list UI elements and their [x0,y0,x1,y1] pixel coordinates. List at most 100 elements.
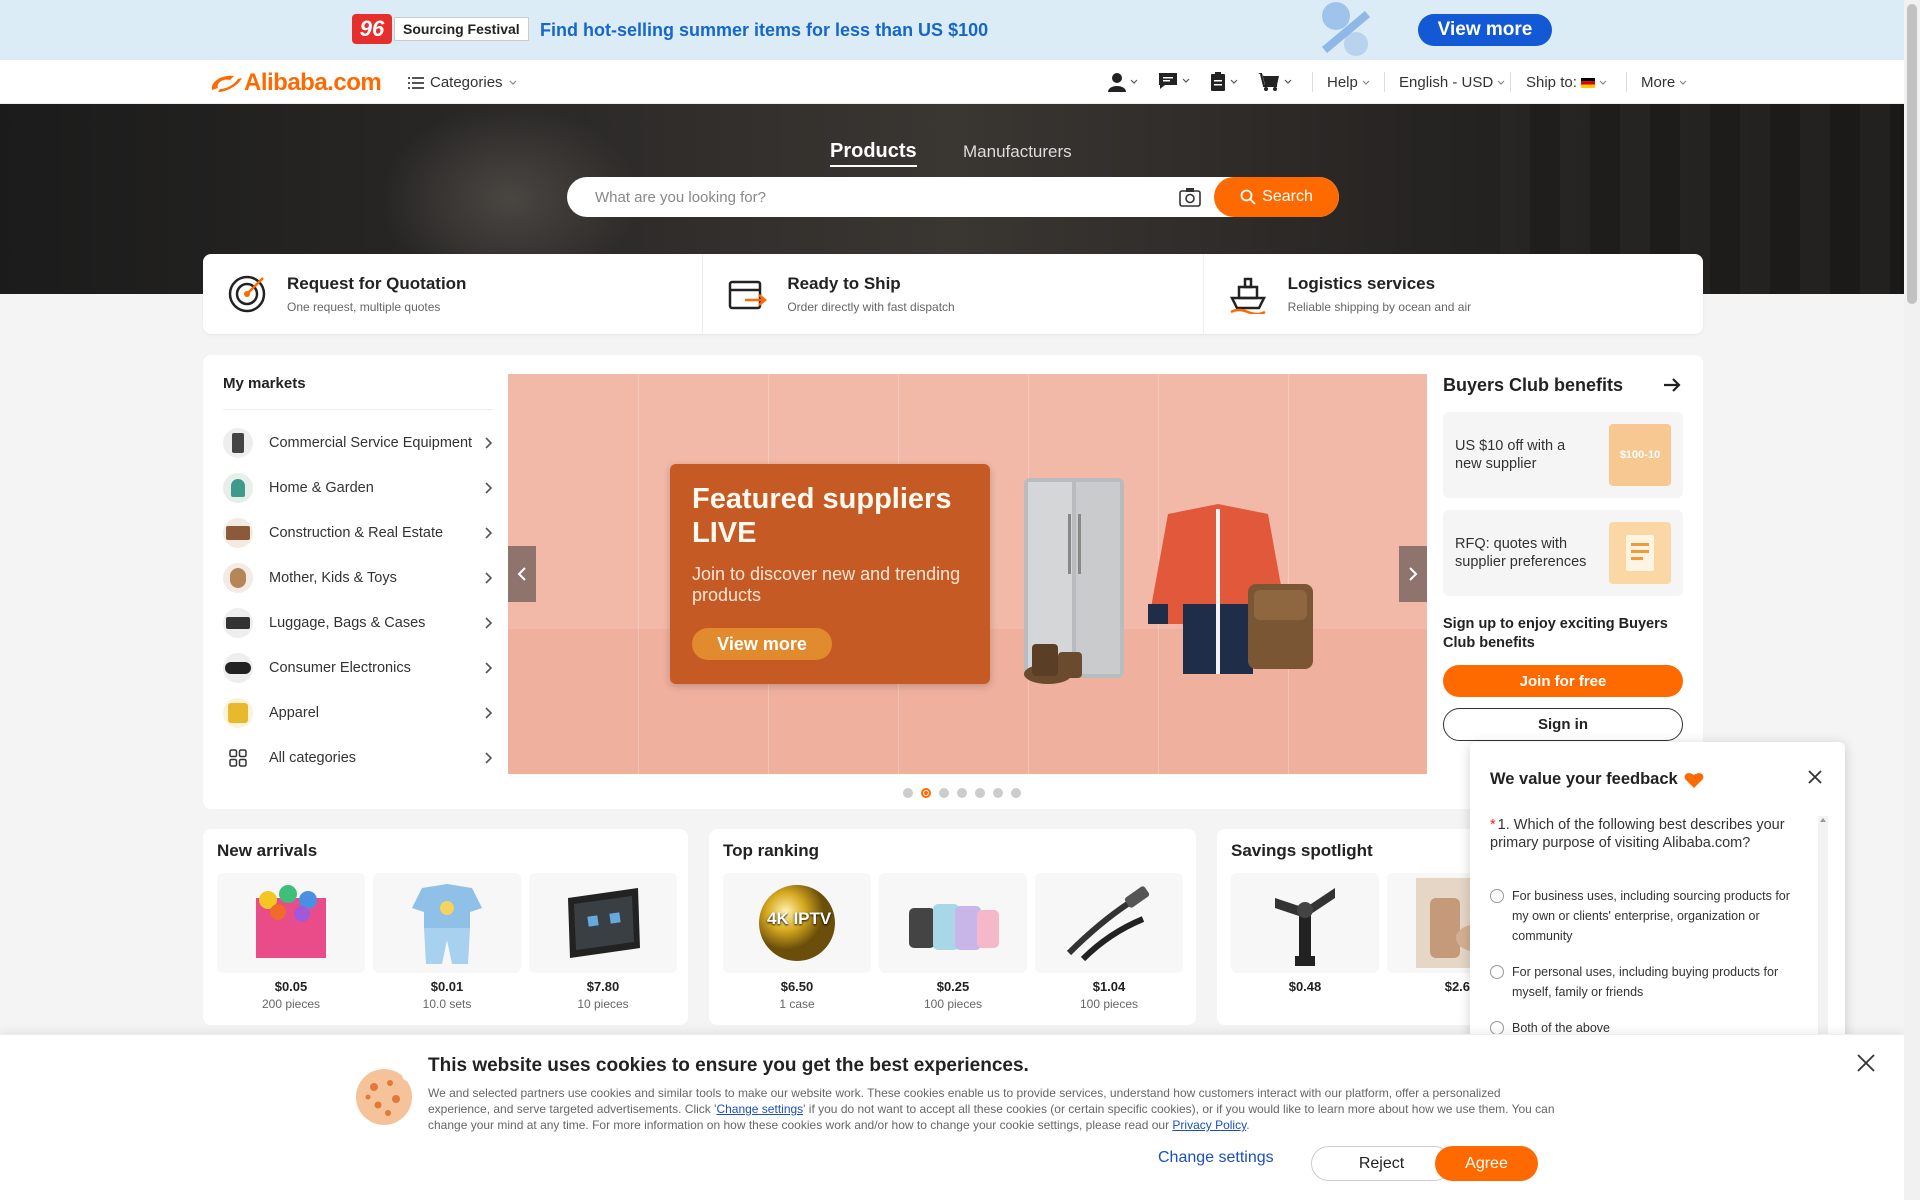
vending-machine-icon [223,428,253,458]
feedback-title: We value your feedback [1490,770,1704,789]
categories-menu[interactable]: Categories [408,74,517,91]
product-card[interactable]: $0.05 200 pieces [217,873,365,1011]
account-menu[interactable] [1108,72,1138,92]
close-icon[interactable] [1856,1053,1876,1073]
product-price: $7.80 [586,979,620,994]
product-image [879,873,1027,973]
service-logistics[interactable]: Logistics services Reliable shipping by … [1204,254,1703,334]
page-scrollbar-thumb[interactable] [1907,4,1917,304]
carousel-dot[interactable] [1011,788,1021,798]
reject-button[interactable]: Reject [1311,1146,1452,1181]
ship-to-menu[interactable]: Ship to: [1526,74,1607,91]
feedback-option[interactable]: For business uses, including sourcing pr… [1490,886,1800,946]
search-button[interactable]: Search [1214,177,1339,217]
section-title[interactable]: Top ranking [723,841,819,861]
search-bar: Search [567,177,1339,217]
change-settings-button[interactable]: Change settings [1158,1149,1274,1167]
promo-headline[interactable]: Find hot-selling summer items for less t… [540,20,988,41]
radio-button[interactable] [1490,965,1504,979]
agree-button[interactable]: Agree [1435,1146,1538,1181]
product-image: 4K IPTV [723,873,871,973]
section-title[interactable]: Savings spotlight [1231,841,1373,861]
message-icon [1159,73,1177,89]
product-image [373,873,521,973]
header-divider [1312,72,1313,92]
feedback-dialog: We value your feedback * 1. Which of the … [1470,742,1845,1042]
messages-menu[interactable] [1158,72,1190,90]
buyers-club-card-supplier-discount[interactable]: US $10 off with a new supplier $100-10 [1443,412,1683,498]
carousel-dot[interactable] [957,788,967,798]
grid-icon [223,743,253,773]
service-request-for-quotation[interactable]: Request for Quotation One request, multi… [203,254,704,334]
featured-view-more-button[interactable]: View more [692,628,832,660]
feedback-scrollbar[interactable] [1818,816,1828,1042]
camera-icon[interactable] [1179,187,1201,207]
service-subtitle: One request, multiple quotes [287,300,441,314]
market-item-mother-kids-toys[interactable]: Mother, Kids & Toys [223,558,493,598]
promo-view-more-button[interactable]: View more [1418,14,1552,46]
market-label: Construction & Real Estate [269,525,444,541]
language-currency-menu[interactable]: English - USD [1399,74,1505,91]
join-for-free-button[interactable]: Join for free [1443,665,1683,697]
market-item-construction-real-estate[interactable]: Construction & Real Estate [223,513,493,553]
product-card[interactable]: $7.80 10 pieces [529,873,677,1011]
product-card[interactable]: $0.48 [1231,873,1379,994]
more-menu[interactable]: More [1641,74,1687,91]
market-item-luggage-bags-cases[interactable]: Luggage, Bags & Cases [223,603,493,643]
market-label: All categories [269,750,357,766]
carousel-dot-active[interactable] [921,788,931,798]
service-subtitle: Order directly with fast dispatch [787,300,955,314]
market-item-apparel[interactable]: Apparel [223,693,493,733]
promo-banner[interactable]: 96 Sourcing Festival Find hot-selling su… [0,0,1904,60]
market-item-commercial-service-equipment[interactable]: Commercial Service Equipment [223,419,493,467]
service-ready-to-ship[interactable]: Ready to Ship Order directly with fast d… [703,254,1204,334]
signup-prompt: Sign up to enjoy exciting Buyers Club be… [1443,616,1668,651]
section-title[interactable]: New arrivals [217,841,317,861]
cart-menu[interactable] [1258,72,1292,92]
radio-button[interactable] [1490,889,1504,903]
carousel-dot[interactable] [903,788,913,798]
chevron-down-icon [1599,80,1607,85]
featured-carousel[interactable]: Featured suppliers LIVE Join to discover… [508,374,1427,774]
alibaba-logo-icon [211,75,242,92]
change-settings-link[interactable]: Change settings [716,1102,803,1116]
product-card[interactable]: $0.25 100 pieces [879,873,1027,1011]
market-item-home-garden[interactable]: Home & Garden [223,468,493,508]
product-card[interactable]: 4K IPTV $6.50 1 case [723,873,871,1011]
feedback-option[interactable]: For personal uses, including buying prod… [1490,962,1800,1002]
percent-decoration-icon [1321,2,1371,56]
carousel-dot[interactable] [993,788,1003,798]
market-item-consumer-electronics[interactable]: Consumer Electronics [223,648,493,688]
help-menu[interactable]: Help [1327,74,1370,91]
product-card[interactable]: $0.01 10.0 sets [373,873,521,1011]
carousel-prev-button[interactable] [508,546,536,602]
privacy-policy-link[interactable]: Privacy Policy [1172,1118,1246,1132]
carousel-dot[interactable] [939,788,949,798]
garden-icon [223,473,253,503]
carousel-next-button[interactable] [1399,546,1427,602]
buyers-club-title[interactable]: Buyers Club benefits [1443,375,1623,396]
feedback-question-text: 1. Which of the following best describes… [1490,817,1785,851]
product-card[interactable]: $1.04 100 pieces [1035,873,1183,1011]
search-input[interactable] [595,177,1165,217]
carousel-dot[interactable] [975,788,985,798]
buyers-club-card-rfq[interactable]: RFQ: quotes with supplier preferences [1443,510,1683,596]
orders-menu[interactable] [1210,72,1238,92]
radio-button[interactable] [1490,1021,1504,1035]
chevron-right-icon [485,572,493,584]
chevron-down-icon [1497,80,1505,85]
sign-in-button[interactable]: Sign in [1443,708,1683,741]
tab-products[interactable]: Products [830,140,917,167]
cookie-banner: This website uses cookies to ensure you … [0,1034,1904,1200]
alibaba-logo[interactable]: Alibaba.com [208,69,382,97]
scroll-up-icon[interactable] [1818,816,1828,824]
featured-subtitle: Join to discover new and trending produc… [692,564,961,605]
close-icon[interactable] [1808,770,1822,784]
chevron-down-icon [1679,80,1687,85]
tab-manufacturers[interactable]: Manufacturers [963,142,1072,162]
services-bar: Request for Quotation One request, multi… [203,254,1703,334]
sourcing-festival-badge: 96 Sourcing Festival [352,12,529,46]
sprinkler-image [1275,888,1335,966]
market-item-all-categories[interactable]: All categories [223,738,493,778]
arrow-right-icon[interactable] [1663,377,1681,393]
